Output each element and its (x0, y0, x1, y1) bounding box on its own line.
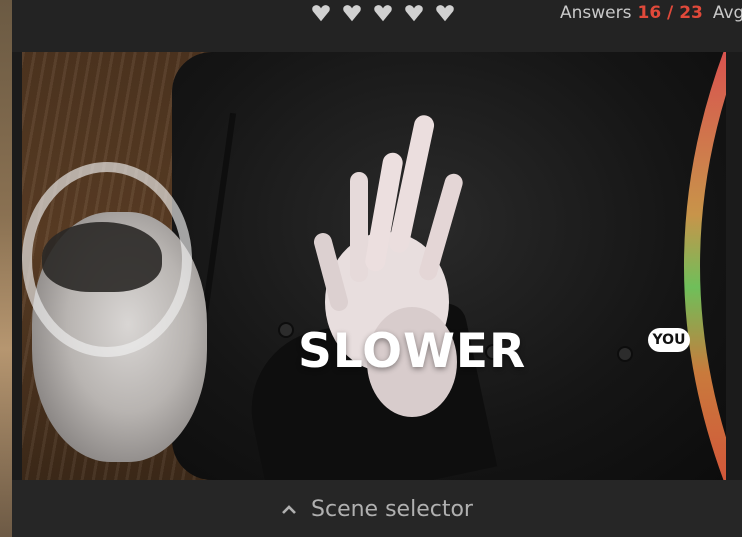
avg-label: Avg (712, 3, 742, 23)
background-edge (0, 0, 12, 537)
shirt-button (619, 348, 631, 360)
heart-icon (374, 5, 392, 22)
compression-rate-meter (684, 52, 726, 480)
chevron-up-icon (282, 505, 296, 514)
heart-icon (312, 5, 330, 22)
heart-icon (436, 5, 454, 22)
heart-icon (405, 5, 423, 22)
answers-counter: Answers 16 / 23 Avg (560, 0, 742, 26)
head-target-ring (22, 162, 192, 357)
scene-selector-label: Scene selector (311, 496, 473, 522)
shirt-button (280, 324, 292, 336)
you-indicator-badge: YOU (648, 328, 690, 352)
answers-label: Answers (560, 3, 632, 23)
rescuer-hands (313, 115, 463, 417)
cpr-scene-view[interactable]: YOU SLOWER (22, 52, 726, 480)
top-bar: Answers 16 / 23 Avg (12, 0, 742, 52)
scene-selector-button[interactable]: Scene selector (12, 494, 742, 524)
answers-count: 16 / 23 (637, 3, 703, 23)
lives-hearts (310, 2, 456, 26)
heart-icon (343, 5, 361, 22)
feedback-text: SLOWER (298, 324, 527, 379)
bottom-bar: Scene selector (12, 480, 742, 537)
